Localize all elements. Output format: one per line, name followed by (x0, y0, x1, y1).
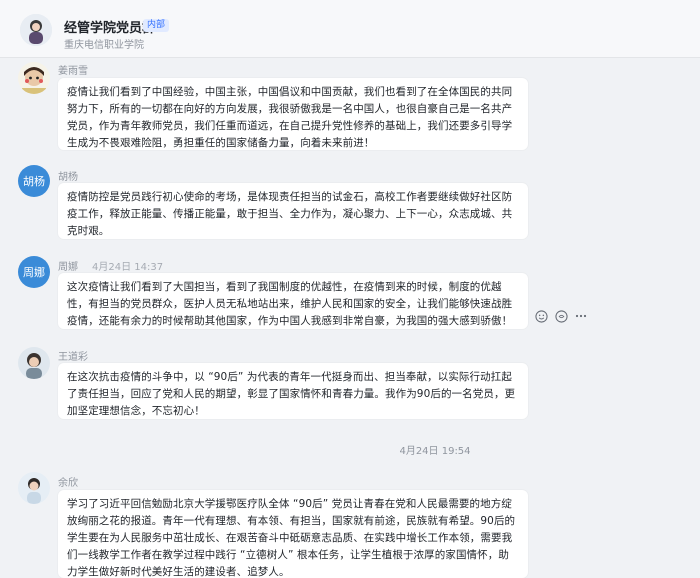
sender-name[interactable]: 胡杨 (58, 168, 78, 183)
group-organization: 重庆电信职业学院 (64, 40, 144, 51)
avatar[interactable]: 胡杨 (18, 165, 50, 197)
sender-name[interactable]: 王道彩 (58, 348, 88, 363)
group-avatar[interactable] (20, 14, 52, 46)
sender-name-text[interactable]: 姜雨雪 (58, 66, 88, 77)
more-icon[interactable] (574, 309, 588, 323)
message-text: 这次疫情让我们看到了大国担当，看到了我国制度的优越性，在疫情到来的时候，制度的优… (67, 281, 513, 327)
time-divider: 4月24日 19:54 (399, 446, 471, 457)
sender-name-text[interactable]: 胡杨 (58, 172, 78, 183)
sender-name-text[interactable]: 王道彩 (58, 352, 88, 363)
message-bubble[interactable]: 疫情让我们看到了中国经验，中国主张，中国倡议和中国贡献，我们也看到了在全体国民的… (58, 78, 528, 150)
sender-name-text[interactable]: 周娜 (58, 262, 78, 273)
sender-name[interactable]: 周娜 4月24日 14:37 (58, 258, 163, 273)
avatar[interactable] (18, 62, 50, 94)
avatar[interactable] (18, 472, 50, 504)
message-bubble[interactable]: 疫情防控是党员践行初心使命的考场，是体现责任担当的试金石，高校工作者要继续做好社… (58, 183, 528, 239)
avatar[interactable]: 周娜 (18, 256, 50, 288)
group-title[interactable]: 经管学院党员群 (64, 17, 155, 36)
internal-badge: 内部 (143, 19, 170, 32)
avatar-initials: 胡杨 (23, 175, 45, 188)
message-text: 学习了习近平回信勉励北京大学援鄂医疗队全体 “90后” 党员让青春在党和人民最需… (67, 498, 516, 578)
message-time: 4月24日 14:37 (92, 262, 164, 273)
emoji-reaction-icon[interactable] (534, 309, 548, 323)
sender-name[interactable]: 姜雨雪 (58, 62, 88, 77)
sender-name[interactable]: 余欣 (58, 474, 78, 489)
message-bubble[interactable]: 这次疫情让我们看到了大国担当，看到了我国制度的优越性，在疫情到来的时候，制度的优… (58, 273, 528, 329)
message-text: 疫情让我们看到了中国经验，中国主张，中国倡议和中国贡献，我们也看到了在全体国民的… (67, 86, 513, 149)
message-text: 疫情防控是党员践行初心使命的考场，是体现责任担当的试金石，高校工作者要继续做好社… (67, 191, 513, 237)
message-bubble[interactable]: 在这次抗击疫情的斗争中，以 “90后” 为代表的青年一代挺身而出、担当奉献，以实… (58, 363, 528, 419)
reply-icon[interactable] (554, 309, 568, 323)
message-bubble[interactable]: 学习了习近平回信勉励北京大学援鄂医疗队全体 “90后” 党员让青春在党和人民最需… (58, 490, 528, 578)
message-feed[interactable]: 姜雨雪 疫情让我们看到了中国经验，中国主张，中国倡议和中国贡献，我们也看到了在全… (0, 58, 700, 578)
avatar[interactable] (18, 347, 50, 379)
message-text: 在这次抗击疫情的斗争中，以 “90后” 为代表的青年一代挺身而出、担当奉献，以实… (67, 371, 516, 417)
message-actions (534, 308, 588, 324)
sender-name-text[interactable]: 余欣 (58, 478, 78, 489)
chat-header: 经管学院党员群 内部 重庆电信职业学院 (0, 0, 700, 58)
avatar-initials: 周娜 (23, 266, 45, 279)
